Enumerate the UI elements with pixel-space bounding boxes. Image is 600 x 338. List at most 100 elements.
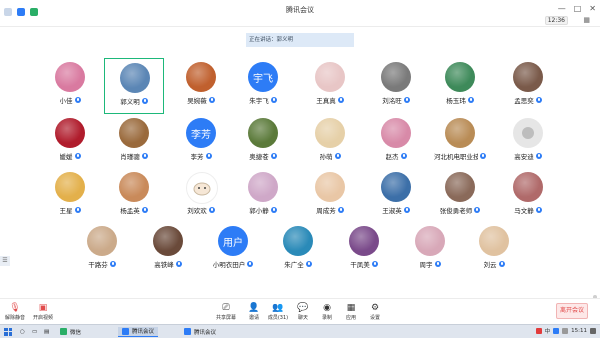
share-screen-button[interactable]: ⎚ 共享屏幕 [213, 302, 239, 322]
avatar: 用户 [218, 226, 248, 256]
mic-status-icon [74, 207, 81, 213]
participant-tile[interactable]: 郭义明 [104, 58, 164, 114]
participant-tile[interactable]: 高铁峰 [138, 222, 198, 278]
participant-tile[interactable]: 刘云 [464, 222, 524, 278]
mic-status-icon [434, 261, 441, 267]
participant-name-row: 刘云 [464, 259, 524, 269]
participant-tile[interactable]: 孟思奕 [498, 58, 558, 114]
collapse-arrow-icon[interactable]: ☰ [0, 256, 10, 266]
participant-name-row: 小佳 [40, 95, 100, 105]
mic-status-icon [371, 261, 378, 267]
participant-tile[interactable]: 周宇 [400, 222, 460, 278]
gallery-view-icon[interactable]: ▦ [583, 16, 590, 24]
leave-meeting-button[interactable]: 离开会议 [556, 303, 588, 319]
participant-name: 王真真 [316, 97, 336, 105]
participant-name: 干凤美 [350, 261, 370, 269]
network-icon[interactable] [553, 328, 560, 334]
participant-tile[interactable]: 郭小静 [233, 168, 293, 224]
share-screen-label: 共享屏幕 [215, 315, 236, 321]
participant-name: 高安迪 [514, 153, 534, 161]
chat-button[interactable]: 💬 聊天 [290, 302, 316, 322]
apps-label: 应用 [345, 315, 356, 321]
invite-button[interactable]: 👤 邀请 [241, 302, 267, 322]
participant-tile[interactable]: 王星 [40, 168, 100, 224]
taskbar-item-wechat[interactable]: 微信 [56, 327, 85, 336]
participant-name: 郭义明 [120, 98, 140, 106]
members-button[interactable]: 👥 成员(31) [265, 302, 291, 322]
minimize-button[interactable]: — [558, 4, 566, 13]
participant-tile[interactable]: 朱广全 [268, 222, 328, 278]
record-button[interactable]: ◉ 录制 [314, 302, 340, 322]
participant-name-row: 干路芬 [72, 259, 132, 269]
mic-status-icon [334, 153, 341, 159]
settings-button[interactable]: ⚙ 设置 [362, 302, 388, 322]
participant-name-row: 马文静 [498, 205, 558, 215]
mic-status-icon [337, 97, 344, 103]
start-video-label: 开启视频 [32, 315, 53, 321]
record-label: 录制 [321, 315, 332, 321]
participant-tile[interactable]: 杨孟英 [104, 168, 164, 224]
participant-tile[interactable]: 用户 小明衣田户 [203, 222, 263, 278]
start-video-button[interactable]: ▣ 开启视频 [30, 302, 56, 322]
mic-status-icon [535, 207, 542, 213]
participant-tile[interactable]: 杨玉玮 [430, 58, 490, 114]
participant-tile[interactable]: 马文静 [498, 168, 558, 224]
participant-tile[interactable]: 河北机电职业技... [430, 114, 490, 170]
mic-status-icon [205, 153, 212, 159]
mic-status-icon [208, 207, 215, 213]
notification-icon[interactable] [590, 328, 596, 334]
participant-name: 媛媛 [59, 153, 73, 161]
participant-tile[interactable]: 宇飞 朱宇飞 [233, 58, 293, 114]
participant-tile[interactable]: 周成芳 [300, 168, 360, 224]
avatar [119, 118, 149, 148]
apps-button[interactable]: ▦ 应用 [338, 302, 364, 322]
avatar [315, 118, 345, 148]
participant-tile[interactable]: 小佳 [40, 58, 100, 114]
taskbar-item-meeting-2[interactable]: 腾讯会议 [180, 327, 220, 336]
taskbar-item-label: 微信 [70, 329, 82, 336]
participant-name: 孟思奕 [514, 97, 534, 105]
participant-tile[interactable]: 干凤美 [334, 222, 394, 278]
meeting-toolbar: 🎙 解除静音 ▣ 开启视频 ⎚ 共享屏幕 👤 邀请 👥 成员(31) 💬 聊天 … [0, 298, 600, 325]
participant-tile[interactable]: 李芳 李芳 [171, 114, 231, 170]
participant-tile[interactable]: 刘欢欢 [171, 168, 231, 224]
participant-tile[interactable]: 肖瑾骢 [104, 114, 164, 170]
participant-name: 刘洺旺 [382, 97, 402, 105]
system-clock[interactable]: 15:11 [571, 328, 587, 334]
participant-tile[interactable]: 王淑英 [366, 168, 426, 224]
participant-tile[interactable]: 媛媛 [40, 114, 100, 170]
participant-tile[interactable]: 高安迪 [498, 114, 558, 170]
participant-tile[interactable]: 干路芬 [72, 222, 132, 278]
start-button[interactable] [4, 327, 12, 336]
search-icon[interactable]: ○ [20, 327, 25, 336]
unmute-button[interactable]: 🎙 解除静音 [2, 302, 28, 322]
participant-name: 王星 [59, 207, 73, 215]
mic-status-icon [141, 153, 148, 159]
avatar [513, 172, 543, 202]
sogou-ime-icon[interactable] [535, 328, 542, 334]
participant-tile[interactable]: 奥捷苍 [233, 114, 293, 170]
participant-tile[interactable]: 张俊勇老师 [430, 168, 490, 224]
participant-name: 马文静 [514, 207, 534, 215]
system-tray: 中 15:11 [535, 327, 596, 335]
participant-tile[interactable]: 赵杰 [366, 114, 426, 170]
participant-name: 高铁峰 [154, 261, 174, 269]
avatar [283, 226, 313, 256]
ime-language[interactable]: 中 [545, 327, 551, 335]
volume-icon[interactable] [562, 328, 569, 334]
avatar [186, 62, 216, 92]
record-icon: ◉ [323, 302, 331, 313]
file-explorer-icon[interactable]: ▤ [44, 327, 49, 336]
participant-tile[interactable]: 刘洺旺 [366, 58, 426, 114]
participant-tile[interactable]: 王真真 [300, 58, 360, 114]
taskbar-item-meeting-1[interactable]: 腾讯会议 [118, 326, 159, 337]
task-view-icon[interactable]: ▭ [32, 327, 37, 336]
participant-name: 河北机电职业技... [434, 153, 478, 161]
mic-status-icon [74, 153, 81, 159]
maximize-button[interactable]: □ [574, 4, 582, 13]
avatar [55, 62, 85, 92]
close-button[interactable]: ✕ [589, 4, 596, 13]
participant-name: 刘云 [483, 261, 497, 269]
participant-tile[interactable]: 孙萌 [300, 114, 360, 170]
participant-tile[interactable]: 吴婉薇 [171, 58, 231, 114]
